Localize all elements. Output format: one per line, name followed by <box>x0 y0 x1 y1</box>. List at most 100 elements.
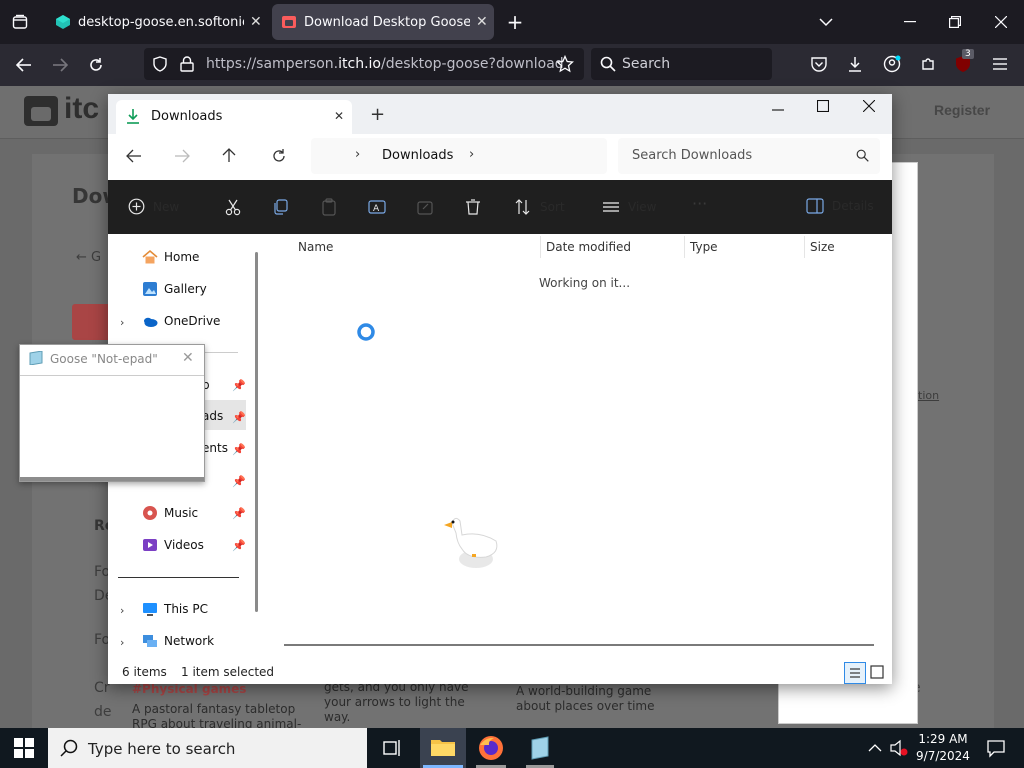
tab-itchio[interactable]: Download Desktop Goose by samperson ✕ <box>272 4 494 40</box>
cut-scissors-icon[interactable] <box>224 198 242 216</box>
nav-item-documents[interactable]: ents <box>202 436 228 460</box>
tab-softonic[interactable]: desktop-goose.en.softonic.com ✕ <box>44 4 266 40</box>
download-button-fragment[interactable] <box>72 304 112 340</box>
tab-list-icon[interactable] <box>8 10 32 34</box>
list-all-tabs-chevron-icon[interactable] <box>814 10 838 34</box>
notepad-title-bar[interactable]: Goose "Not-epad" ✕ <box>20 345 204 373</box>
card-tag[interactable]: #Physical games <box>132 682 246 696</box>
breadcrumb-downloads[interactable]: Downloads <box>382 148 453 163</box>
close-tab-icon[interactable]: ✕ <box>476 14 488 30</box>
notifications-icon[interactable] <box>986 738 1006 758</box>
goose-app-icon[interactable] <box>526 736 554 768</box>
show-hidden-icons-chevron-icon[interactable] <box>868 742 882 754</box>
minimize-window-button[interactable] <box>772 104 788 120</box>
back-link-fragment[interactable]: ← G <box>76 250 101 265</box>
nav-item-this-pc[interactable]: This PC <box>142 597 208 621</box>
column-divider[interactable] <box>684 236 685 258</box>
share-icon[interactable] <box>416 198 434 216</box>
clock-date[interactable]: 9/7/2024 <box>913 749 973 763</box>
nav-item-gallery[interactable]: Gallery <box>142 277 207 301</box>
up-arrow-icon[interactable] <box>222 147 238 163</box>
refresh-icon[interactable] <box>271 148 287 164</box>
notepad-text-area[interactable] <box>20 375 204 478</box>
column-header-name[interactable]: Name <box>298 240 333 254</box>
expand-chevron-icon[interactable]: › <box>120 316 124 329</box>
minimize-window-button[interactable] <box>898 10 922 34</box>
close-window-button[interactable] <box>989 10 1013 34</box>
bookmark-star-icon[interactable] <box>555 54 575 73</box>
forward-arrow-icon[interactable] <box>48 53 72 77</box>
breadcrumb-chevron-icon[interactable]: › <box>355 147 360 162</box>
close-tab-icon[interactable]: ✕ <box>250 14 262 30</box>
task-view-icon[interactable] <box>381 738 403 758</box>
new-tab-button[interactable]: + <box>370 104 385 125</box>
pocket-icon[interactable] <box>808 53 830 75</box>
downloads-arrow-icon[interactable] <box>844 53 866 75</box>
new-button[interactable]: New <box>128 198 179 215</box>
nav-item-downloads[interactable]: ads <box>202 404 223 428</box>
account-icon[interactable] <box>881 53 903 75</box>
back-arrow-icon[interactable] <box>12 53 36 77</box>
taskbar-file-explorer[interactable] <box>420 728 466 768</box>
nav-item-network[interactable]: Network <box>142 629 214 653</box>
column-header-size[interactable]: Size <box>810 240 835 254</box>
copy-icon[interactable] <box>272 198 290 216</box>
delete-trash-icon[interactable] <box>464 198 482 216</box>
column-header-date[interactable]: Date modified <box>546 240 631 254</box>
url-bar[interactable]: https://samperson.itch.io/desktop-goose?… <box>144 48 584 80</box>
pin-icon[interactable]: 📌 <box>232 411 246 424</box>
paste-clipboard-icon[interactable] <box>320 198 338 216</box>
taskbar-search-box[interactable]: Type here to search <box>48 728 367 768</box>
expand-chevron-icon[interactable]: › <box>120 636 124 649</box>
nav-scrollbar[interactable] <box>255 252 258 612</box>
pin-icon[interactable]: 📌 <box>232 379 246 392</box>
pin-icon[interactable]: 📌 <box>232 539 246 552</box>
column-divider[interactable] <box>804 236 805 258</box>
nav-item-onedrive[interactable]: OneDrive <box>142 309 220 333</box>
register-link[interactable]: Register <box>934 102 990 118</box>
volume-muted-icon[interactable] <box>890 739 908 757</box>
reload-icon[interactable] <box>84 53 108 77</box>
nav-item-videos[interactable]: Videos <box>142 533 204 557</box>
back-arrow-icon[interactable] <box>126 149 142 165</box>
pin-icon[interactable]: 📌 <box>232 443 246 456</box>
nav-item-home[interactable]: Home <box>142 245 199 269</box>
view-button[interactable]: View <box>602 198 656 216</box>
itchio-logo-icon[interactable] <box>24 94 58 128</box>
pin-icon[interactable]: 📌 <box>232 475 246 488</box>
close-window-button[interactable] <box>862 99 879 116</box>
forward-arrow-icon[interactable] <box>174 149 190 165</box>
browser-search-bar[interactable]: Search <box>591 48 772 80</box>
maximize-window-button[interactable] <box>816 99 833 116</box>
new-tab-button[interactable]: + <box>503 10 527 34</box>
nav-item-music[interactable]: Music <box>142 501 198 525</box>
tiles-view-icon[interactable] <box>870 665 884 679</box>
restore-window-button[interactable] <box>943 10 967 34</box>
horizontal-scrollbar[interactable] <box>284 644 874 646</box>
rename-icon[interactable]: A <box>368 198 386 216</box>
firefox-icon[interactable] <box>476 735 506 768</box>
address-bar[interactable]: › Downloads › <box>311 138 607 174</box>
url-text[interactable]: https://samperson.itch.io/desktop-goose?… <box>206 56 564 72</box>
shield-icon[interactable] <box>152 56 168 72</box>
ublock-icon[interactable]: 3 <box>952 49 974 75</box>
sort-button[interactable]: Sort <box>514 198 565 216</box>
lock-icon[interactable] <box>180 56 194 72</box>
more-options-icon[interactable]: ··· <box>692 194 707 213</box>
explorer-tab-downloads[interactable]: Downloads ✕ <box>116 100 352 134</box>
details-pane-button[interactable]: Details <box>806 198 874 214</box>
windows-start-icon[interactable] <box>14 738 34 758</box>
extensions-puzzle-icon[interactable] <box>917 53 939 75</box>
column-header-type[interactable]: Type <box>690 240 718 254</box>
column-divider[interactable] <box>540 236 541 258</box>
breadcrumb-chevron-icon[interactable]: › <box>469 147 474 162</box>
hamburger-menu-icon[interactable] <box>989 53 1011 75</box>
search-downloads-input[interactable]: Search Downloads <box>618 138 880 174</box>
clock-time[interactable]: 1:29 AM <box>913 732 973 746</box>
close-tab-icon[interactable]: ✕ <box>334 109 344 123</box>
expand-chevron-icon[interactable]: › <box>120 604 124 617</box>
page-link-fragment[interactable]: tion <box>918 389 939 402</box>
details-view-icon[interactable] <box>844 662 866 684</box>
close-icon[interactable]: ✕ <box>182 350 194 366</box>
pin-icon[interactable]: 📌 <box>232 507 246 520</box>
